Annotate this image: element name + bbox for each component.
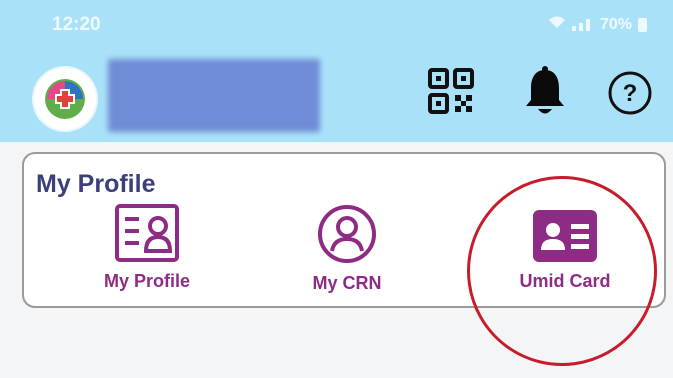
signal-icon: [571, 18, 594, 31]
status-time: 12:20: [52, 14, 101, 35]
my-profile-button[interactable]: My Profile: [62, 204, 232, 292]
health-logo-icon[interactable]: [34, 68, 96, 130]
status-icons: 70%: [548, 15, 647, 34]
app-header: 12:20 70% ?: [0, 0, 673, 142]
my-crn-label: My CRN: [312, 273, 382, 293]
battery-icon: [638, 17, 647, 32]
help-icon[interactable]: ?: [607, 70, 653, 116]
my-profile-label: My Profile: [103, 271, 191, 291]
bell-icon[interactable]: [522, 66, 568, 118]
qr-code-icon[interactable]: [428, 68, 474, 114]
my-crn-button[interactable]: My CRN: [262, 204, 432, 294]
svg-text:?: ?: [623, 80, 638, 107]
wifi-icon: [548, 15, 566, 34]
profile-card-icon: [115, 204, 179, 262]
battery-level: 70%: [599, 15, 632, 33]
user-name-redacted: [108, 59, 320, 132]
section-title: My Profile: [36, 170, 156, 198]
user-circle-icon: [318, 205, 376, 263]
